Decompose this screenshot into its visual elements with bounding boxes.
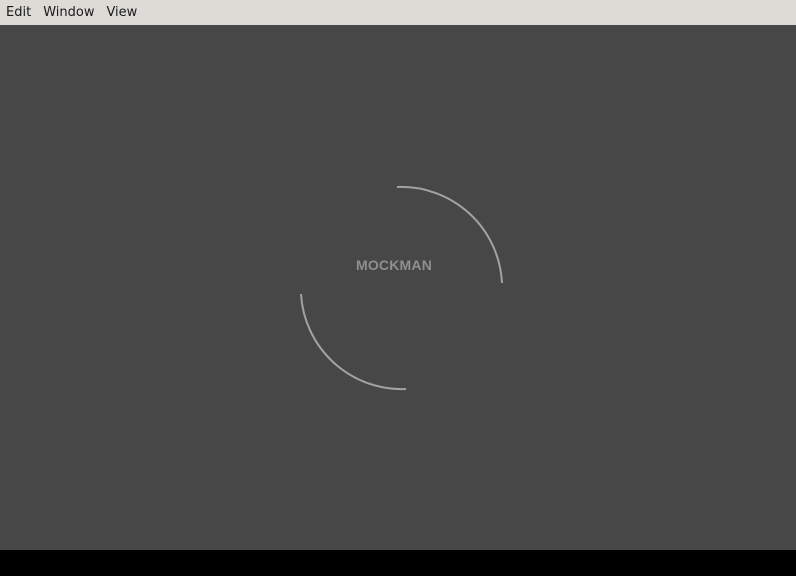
bottom-bar xyxy=(0,550,796,576)
loading-spinner-icon xyxy=(300,185,503,391)
menu-edit[interactable]: Edit xyxy=(0,0,37,25)
menu-view[interactable]: View xyxy=(100,0,143,25)
spinner-arc-bottom xyxy=(300,293,407,391)
loading-label: MOCKMAN xyxy=(355,257,433,273)
menu-window[interactable]: Window xyxy=(37,0,100,25)
menu-bar: Edit Window View xyxy=(0,0,796,25)
main-content: MOCKMAN xyxy=(0,25,796,550)
